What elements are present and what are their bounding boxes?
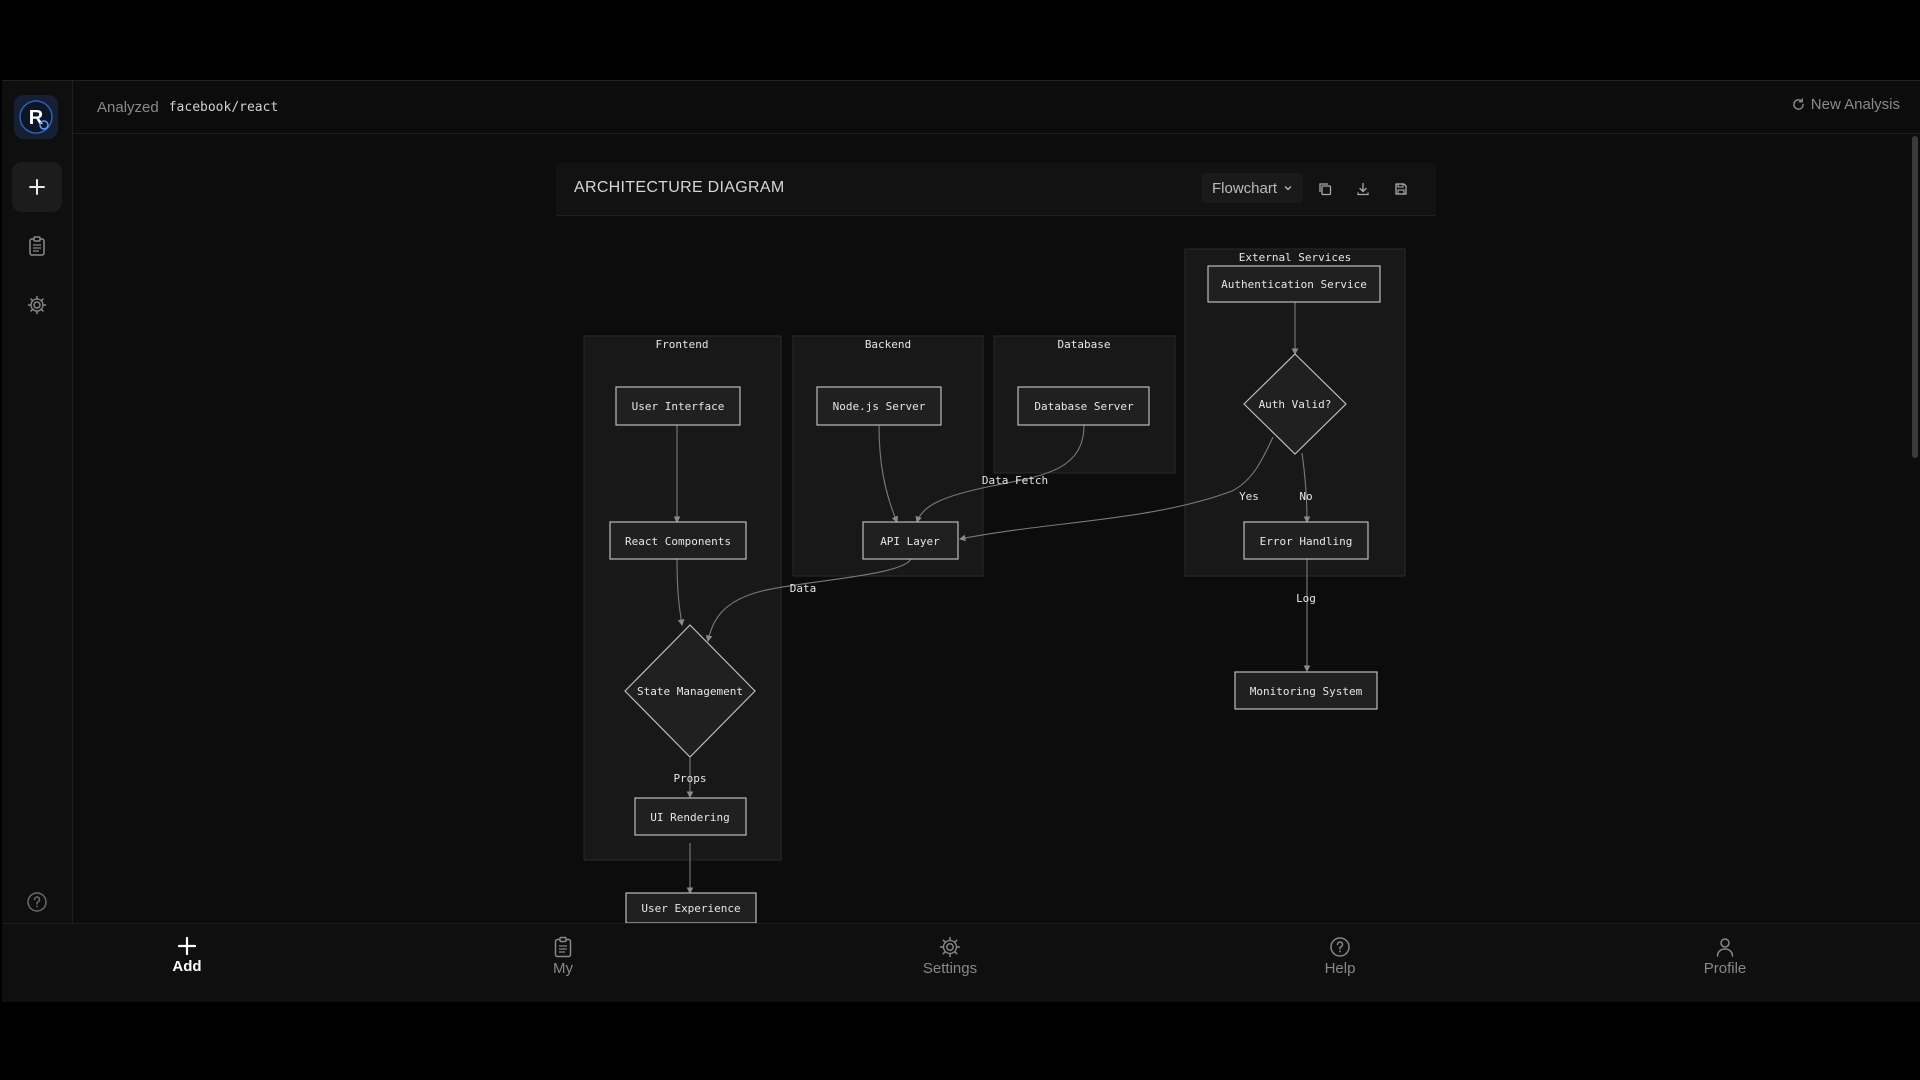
group-label-database: Database [1058,338,1111,351]
vertical-scrollbar[interactable] [1912,136,1918,458]
edge-label-data-fetch: Data Fetch [982,474,1048,487]
node-label-database-server: Database Server [1034,400,1134,413]
node-label-state-management: State Management [637,685,743,698]
group-label-external: External Services [1239,251,1352,264]
nav-help[interactable]: Help [1280,936,1400,977]
gear-icon [939,936,961,958]
bottom-nav: Add My Settings Help Profile [2,923,1920,1002]
nav-profile[interactable]: Profile [1665,936,1785,977]
nav-add[interactable]: Add [127,936,247,975]
nav-label-add: Add [172,958,202,975]
edge-label-props: Props [673,772,706,785]
node-label-user-experience: User Experience [641,902,740,915]
nav-my[interactable]: My [503,936,623,977]
edge-label-log: Log [1296,592,1316,605]
node-label-error-handling: Error Handling [1260,535,1353,548]
edge-label-yes: Yes [1239,490,1259,503]
node-label-ui-rendering: UI Rendering [650,811,729,824]
plus-icon [177,936,197,956]
architecture-diagram: Frontend Backend Database External Servi… [583,248,1406,923]
nav-label-my: My [553,960,573,977]
node-label-react-components: React Components [625,535,731,548]
help-icon [1330,937,1350,957]
clipboard-icon [554,936,572,958]
app-window: R Analyzed facebook/react New Analysis A… [2,80,1920,1002]
user-icon [1716,938,1734,957]
nav-label-help: Help [1324,960,1356,977]
group-label-backend: Backend [865,338,911,351]
nav-label-settings: Settings [922,960,978,977]
nav-settings[interactable]: Settings [890,936,1010,977]
node-label-monitoring-system: Monitoring System [1250,685,1363,698]
nav-label-profile: Profile [1703,960,1747,977]
edge-label-no: No [1299,490,1312,503]
node-label-api-layer: API Layer [880,535,940,548]
node-label-auth-service: Authentication Service [1221,278,1367,291]
node-label-user-interface: User Interface [632,400,725,413]
edge-label-data: Data [790,582,817,595]
group-label-frontend: Frontend [656,338,709,351]
node-label-auth-valid: Auth Valid? [1259,398,1332,411]
node-label-nodejs-server: Node.js Server [833,400,926,413]
